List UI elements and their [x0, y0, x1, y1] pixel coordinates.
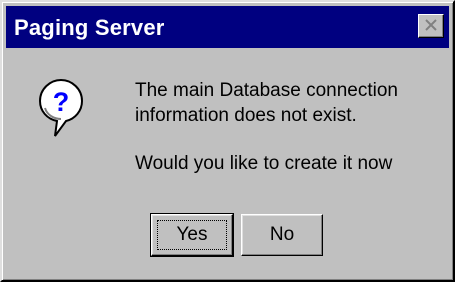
- message-line-1: The main Database connection: [135, 80, 398, 101]
- close-button[interactable]: [418, 14, 444, 38]
- no-button[interactable]: No: [241, 214, 323, 256]
- yes-button[interactable]: Yes: [150, 213, 234, 257]
- window-title: Paging Server: [14, 15, 165, 40]
- question-text: Would you like to create it now: [135, 153, 393, 174]
- title-bar[interactable]: Paging Server: [6, 6, 449, 48]
- close-icon: [425, 19, 437, 31]
- message-line-2: information does not exist.: [135, 105, 357, 126]
- yes-button-label: Yes: [176, 224, 208, 245]
- no-button-label: No: [269, 224, 295, 245]
- svg-text:?: ?: [53, 87, 70, 117]
- message-dialog: Paging Server ? The main Database connec…: [0, 0, 455, 282]
- question-icon: ?: [38, 78, 84, 137]
